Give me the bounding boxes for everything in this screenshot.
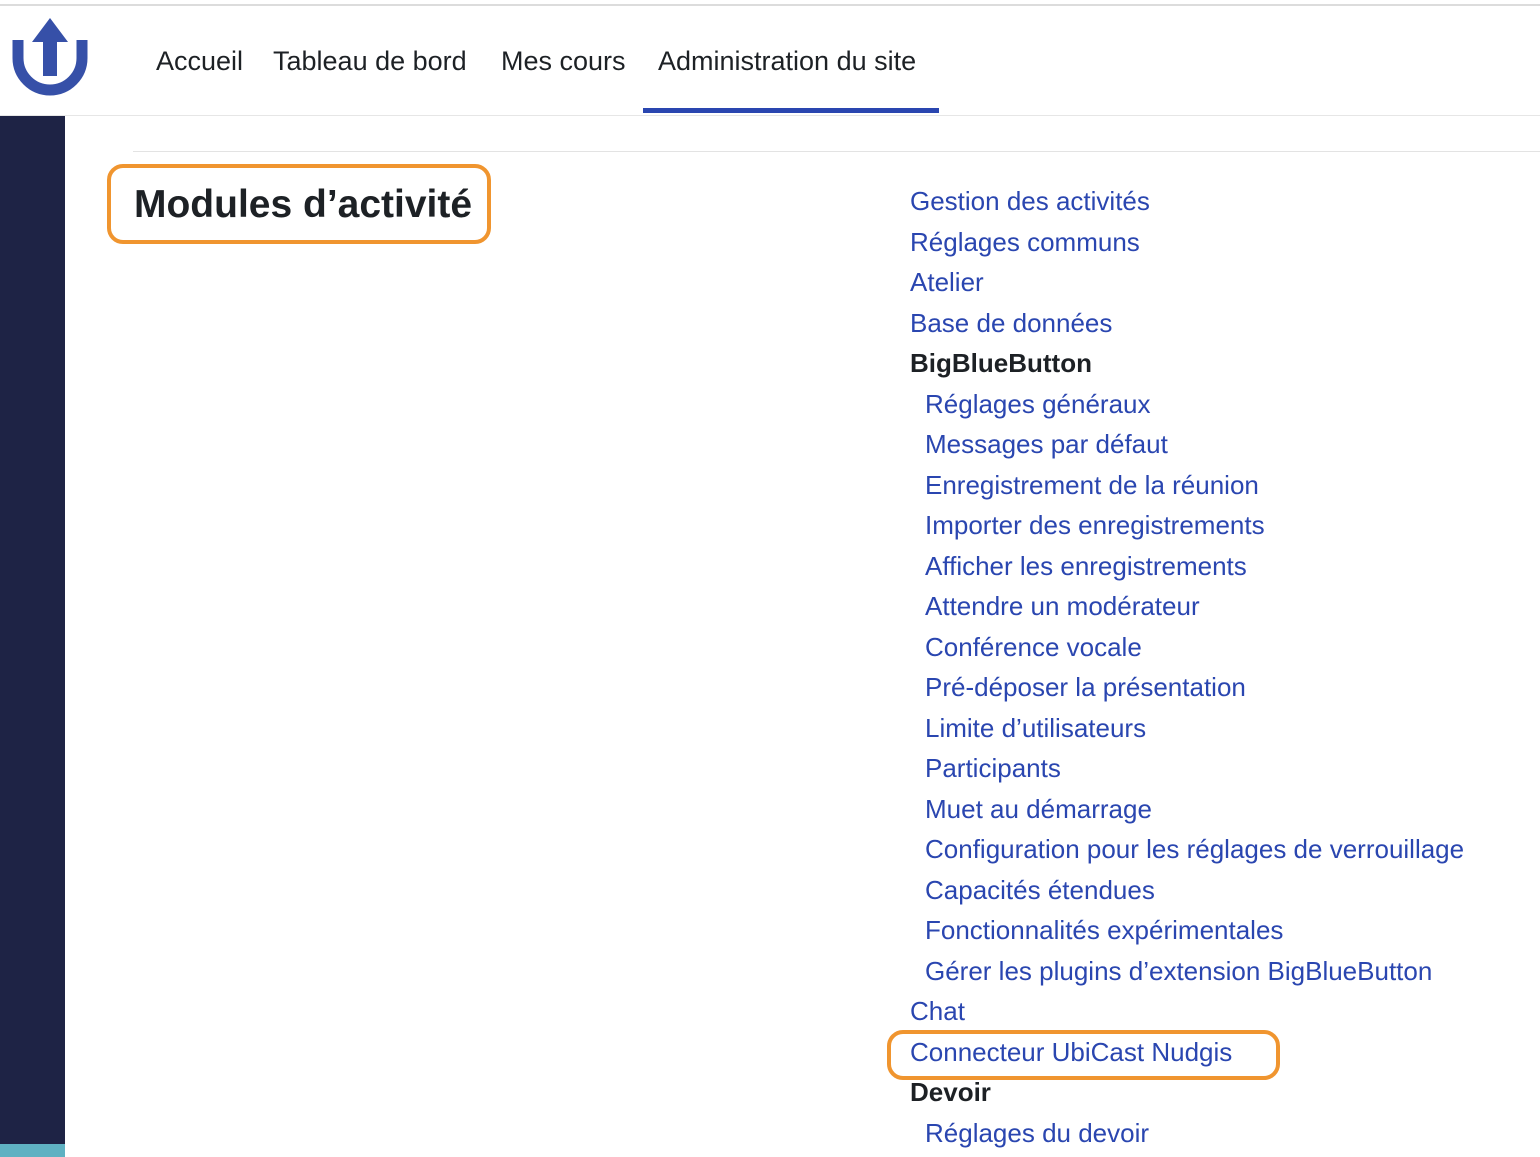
link-messages-par-defaut[interactable]: Messages par défaut	[925, 429, 1168, 459]
u-arrow-up-logo-icon[interactable]	[10, 18, 90, 104]
link-conference-vocale[interactable]: Conférence vocale	[925, 632, 1142, 662]
connector-highlight-box	[887, 1030, 1280, 1080]
list-item: Gérer les plugins d’extension BigBlueBut…	[910, 950, 1464, 991]
list-item: Afficher les enregistrements	[910, 545, 1464, 586]
link-attendre-un-moderateur[interactable]: Attendre un modérateur	[925, 591, 1200, 621]
list-item: Messages par défaut	[910, 423, 1464, 464]
link-chat[interactable]: Chat	[910, 996, 965, 1026]
sidebar	[0, 116, 65, 1157]
link-capacites-etendues[interactable]: Capacités étendues	[925, 875, 1155, 905]
list-item: Enregistrement de la réunion	[910, 464, 1464, 505]
link-participants[interactable]: Participants	[925, 753, 1061, 783]
list-item: Muet au démarrage	[910, 788, 1464, 829]
admin-links-list: Gestion des activités Réglages communs A…	[910, 180, 1464, 1152]
link-afficher-les-enregistrements[interactable]: Afficher les enregistrements	[925, 551, 1247, 581]
link-muet-au-demarrage[interactable]: Muet au démarrage	[925, 794, 1152, 824]
list-item: Base de données	[910, 302, 1464, 343]
sidebar-accent	[0, 1144, 65, 1157]
page-title: Modules d’activité	[134, 183, 473, 226]
link-gerer-les-plugins-bigbluebutton[interactable]: Gérer les plugins d’extension BigBlueBut…	[925, 956, 1432, 986]
link-fonctionnalites-experimentales[interactable]: Fonctionnalités expérimentales	[925, 915, 1283, 945]
list-item: Participants	[910, 747, 1464, 788]
link-gestion-des-activites[interactable]: Gestion des activités	[910, 186, 1150, 216]
link-pre-deposer-la-presentation[interactable]: Pré-déposer la présentation	[925, 672, 1246, 702]
list-item: Capacités étendues	[910, 869, 1464, 910]
link-enregistrement-de-la-reunion[interactable]: Enregistrement de la réunion	[925, 470, 1259, 500]
list-item: Importer des enregistrements	[910, 504, 1464, 545]
list-item: Conférence vocale	[910, 626, 1464, 667]
link-base-de-donnees[interactable]: Base de données	[910, 308, 1112, 338]
link-limite-d-utilisateurs[interactable]: Limite d’utilisateurs	[925, 713, 1146, 743]
list-item: Pré-déposer la présentation	[910, 666, 1464, 707]
list-item: Réglages communs	[910, 221, 1464, 262]
list-item: Fonctionnalités expérimentales	[910, 909, 1464, 950]
list-item: Limite d’utilisateurs	[910, 707, 1464, 748]
list-item: Gestion des activités	[910, 180, 1464, 221]
nav-item-accueil[interactable]: Accueil	[156, 6, 243, 115]
link-atelier[interactable]: Atelier	[910, 267, 984, 297]
heading-bigbluebutton: BigBlueButton	[910, 348, 1092, 378]
nav-item-tableau-de-bord[interactable]: Tableau de bord	[273, 6, 467, 115]
link-reglages-du-devoir[interactable]: Réglages du devoir	[925, 1118, 1149, 1148]
list-heading: BigBlueButton	[910, 342, 1464, 383]
link-configuration-reglages-verrouillage[interactable]: Configuration pour les réglages de verro…	[925, 834, 1464, 864]
list-item: Réglages du devoir	[910, 1112, 1464, 1153]
list-item: Chat	[910, 990, 1464, 1031]
link-reglages-generaux[interactable]: Réglages généraux	[925, 389, 1151, 419]
list-item: Réglages généraux	[910, 383, 1464, 424]
nav-active-indicator	[643, 108, 939, 113]
list-item: Attendre un modérateur	[910, 585, 1464, 626]
heading-devoir: Devoir	[910, 1077, 991, 1107]
nav-item-administration-du-site[interactable]: Administration du site	[658, 6, 916, 115]
link-importer-des-enregistrements[interactable]: Importer des enregistrements	[925, 510, 1265, 540]
link-reglages-communs[interactable]: Réglages communs	[910, 227, 1140, 257]
navbar: Accueil Tableau de bord Mes cours Admini…	[0, 6, 1540, 116]
list-item: Configuration pour les réglages de verro…	[910, 828, 1464, 869]
content-divider	[133, 151, 1540, 152]
nav-item-mes-cours[interactable]: Mes cours	[501, 6, 626, 115]
list-item: Atelier	[910, 261, 1464, 302]
